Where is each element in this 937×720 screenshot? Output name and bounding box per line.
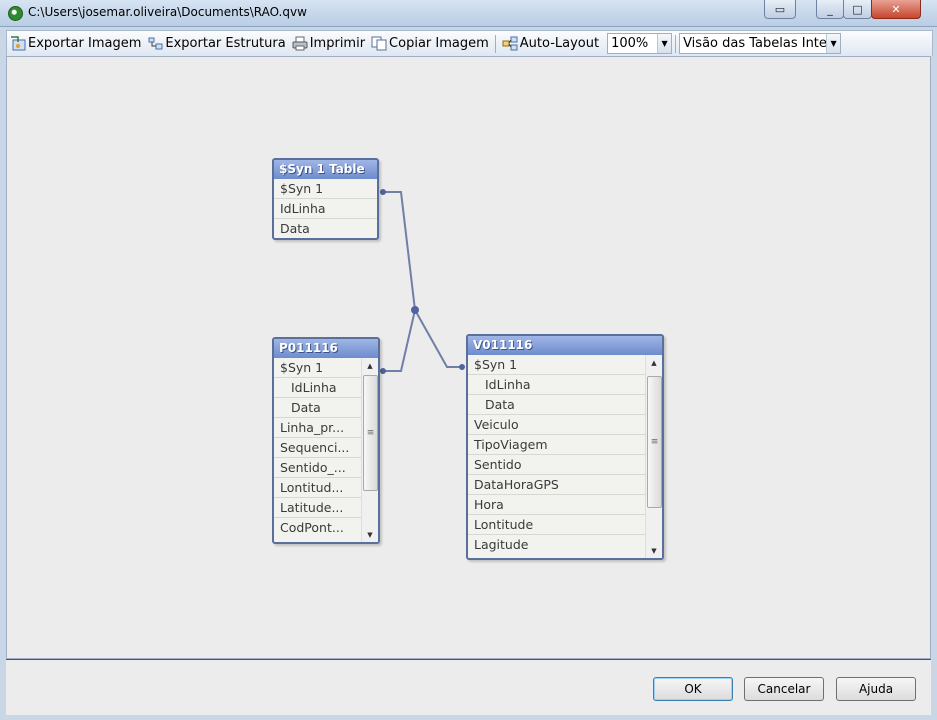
window-title: C:\Users\josemar.oliveira\Documents\RAO.…: [28, 5, 307, 19]
help-label: Ajuda: [858, 682, 894, 696]
scroll-up-icon[interactable]: ▲: [646, 355, 662, 370]
table-field[interactable]: Sequenci...: [274, 438, 361, 458]
link-endpoint: [380, 189, 386, 195]
table-field[interactable]: CodPont...: [274, 518, 361, 537]
table-box-v011116[interactable]: V011116 $Syn 1 IdLinha Data Veiculo Tipo…: [466, 334, 664, 560]
cancel-button[interactable]: Cancelar: [744, 677, 824, 701]
table-field[interactable]: Hora: [468, 495, 645, 515]
table-field[interactable]: Data: [274, 398, 361, 418]
export-image-label: Exportar Imagem: [28, 36, 142, 51]
table-field-list: $Syn 1 IdLinha Data: [274, 179, 377, 238]
toolbar-separator: [675, 34, 677, 53]
export-image-icon: [10, 36, 26, 51]
table-field[interactable]: IdLinha: [274, 378, 361, 398]
scroll-down-icon[interactable]: ▼: [646, 543, 662, 558]
auto-layout-button[interactable]: Auto-Layout: [499, 33, 602, 55]
table-viewer-canvas[interactable]: $Syn 1 Table $Syn 1 IdLinha Data P011116…: [6, 56, 931, 659]
table-field-list: $Syn 1 IdLinha Data Veiculo TipoViagem S…: [468, 355, 662, 558]
minimize-button[interactable]: _: [816, 0, 844, 19]
table-field[interactable]: Veiculo: [468, 415, 645, 435]
table-field[interactable]: $Syn 1: [468, 355, 645, 375]
table-field[interactable]: IdLinha: [468, 375, 645, 395]
table-title: V011116: [468, 336, 662, 355]
maximize-button[interactable]: □: [843, 0, 872, 19]
chevron-down-icon[interactable]: ▼: [826, 34, 841, 53]
table-field[interactable]: Lontitud...: [274, 478, 361, 498]
table-field[interactable]: Lagitude: [468, 535, 645, 554]
table-field[interactable]: TipoViagem: [468, 435, 645, 455]
table-title: $Syn 1 Table: [274, 160, 377, 179]
export-structure-label: Exportar Estrutura: [165, 36, 286, 51]
table-field[interactable]: $Syn 1: [274, 358, 361, 378]
table-field[interactable]: DataHoraGPS: [468, 475, 645, 495]
toolbar-separator: [494, 34, 496, 53]
vertical-scrollbar[interactable]: ▲ ≡ ▼: [645, 355, 662, 558]
zoom-select[interactable]: 100% ▼: [607, 33, 673, 54]
scroll-thumb[interactable]: ≡: [363, 375, 378, 491]
table-field[interactable]: Data: [274, 219, 377, 238]
print-label: Imprimir: [309, 36, 366, 51]
scroll-up-icon[interactable]: ▲: [362, 358, 378, 373]
table-field[interactable]: Linha_pr...: [274, 418, 361, 438]
table-field[interactable]: $Syn 1: [274, 179, 377, 199]
restore-icon-button[interactable]: ▭: [764, 0, 796, 19]
zoom-value: 100%: [611, 36, 649, 51]
link-junction: [411, 306, 419, 314]
printer-icon: [292, 36, 308, 51]
table-field[interactable]: Sentido: [468, 455, 645, 475]
auto-layout-icon: [502, 36, 518, 51]
export-image-button[interactable]: Exportar Imagem: [7, 33, 144, 55]
scroll-down-icon[interactable]: ▼: [362, 527, 378, 542]
link-endpoint: [459, 364, 465, 370]
link-endpoint: [380, 368, 386, 374]
cancel-label: Cancelar: [757, 682, 811, 696]
table-box-p011116[interactable]: P011116 $Syn 1 IdLinha Data Linha_pr... …: [272, 337, 380, 544]
qlikview-app-icon: [8, 6, 23, 21]
scroll-thumb[interactable]: ≡: [647, 376, 662, 508]
table-field-list: $Syn 1 IdLinha Data Linha_pr... Sequenci…: [274, 358, 378, 542]
table-box-syn1[interactable]: $Syn 1 Table $Syn 1 IdLinha Data: [272, 158, 379, 240]
view-select[interactable]: Visão das Tabelas Interna ▼: [679, 33, 842, 54]
export-structure-icon: [147, 36, 163, 51]
view-value: Visão das Tabelas Interna: [683, 36, 827, 51]
title-bar: C:\Users\josemar.oliveira\Documents\RAO.…: [0, 0, 937, 27]
close-button[interactable]: ✕: [871, 0, 921, 19]
table-field[interactable]: Lontitude: [468, 515, 645, 535]
dialog-footer: OK Cancelar Ajuda: [6, 659, 931, 715]
print-button[interactable]: Imprimir: [289, 33, 368, 55]
auto-layout-label: Auto-Layout: [519, 36, 600, 51]
export-structure-button[interactable]: Exportar Estrutura: [144, 33, 288, 55]
ok-button[interactable]: OK: [653, 677, 733, 701]
table-title: P011116: [274, 339, 378, 358]
table-field[interactable]: Data: [468, 395, 645, 415]
vertical-scrollbar[interactable]: ▲ ≡ ▼: [361, 358, 378, 542]
ok-label: OK: [684, 682, 702, 696]
table-field[interactable]: Latitude...: [274, 498, 361, 518]
copy-image-label: Copiar Imagem: [389, 36, 489, 51]
link-syn-table: [383, 191, 416, 311]
link-p011116: [383, 309, 416, 372]
toolbar: Exportar Imagem Exportar Estrutura Impri…: [6, 30, 933, 56]
copy-image-button[interactable]: Copiar Imagem: [368, 33, 492, 55]
link-v011116: [414, 309, 462, 368]
table-field[interactable]: IdLinha: [274, 199, 377, 219]
chevron-down-icon[interactable]: ▼: [657, 34, 672, 53]
table-field[interactable]: Sentido_...: [274, 458, 361, 478]
help-button[interactable]: Ajuda: [836, 677, 916, 701]
copy-image-icon: [371, 36, 387, 51]
